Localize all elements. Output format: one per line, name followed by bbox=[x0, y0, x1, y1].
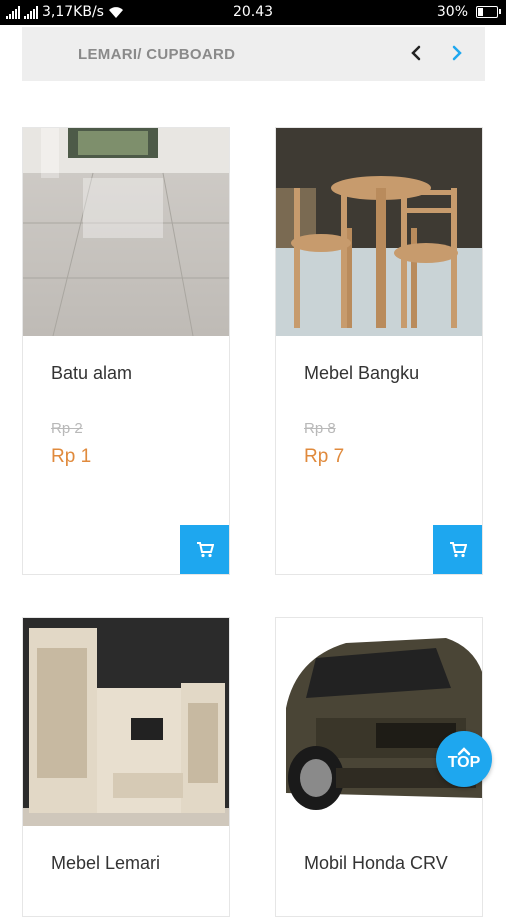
top-label: TOP bbox=[447, 753, 481, 771]
product-card[interactable]: Mebel Lemari bbox=[22, 617, 230, 917]
product-card[interactable]: Mebel Bangku Rp 8 Rp 7 bbox=[275, 127, 483, 575]
category-title: LEMARI/ CUPBOARD bbox=[78, 46, 236, 63]
previous-button[interactable] bbox=[402, 39, 430, 67]
product-name[interactable]: Mebel Lemari bbox=[51, 850, 221, 876]
chevron-left-icon bbox=[411, 45, 421, 61]
status-right: 30% bbox=[436, 4, 501, 20]
product-card[interactable]: Batu alam Rp 2 Rp 1 bbox=[22, 127, 230, 575]
product-old-price: Rp 2 bbox=[51, 420, 83, 437]
add-to-cart-button[interactable] bbox=[180, 525, 229, 574]
product-image-cupboard[interactable] bbox=[23, 618, 229, 826]
chevron-right-icon bbox=[452, 45, 462, 61]
clock: 20.43 bbox=[232, 4, 274, 20]
back-to-top-button[interactable]: TOP bbox=[436, 731, 492, 787]
product-old-price: Rp 8 bbox=[304, 420, 336, 437]
cart-icon bbox=[196, 541, 214, 557]
product-image-tile-floor[interactable] bbox=[23, 128, 229, 336]
add-to-cart-button[interactable] bbox=[433, 525, 482, 574]
battery-percent: 30% bbox=[436, 4, 468, 20]
product-name[interactable]: Batu alam bbox=[51, 360, 221, 386]
product-name[interactable]: Mebel Bangku bbox=[304, 360, 474, 386]
category-header: LEMARI/ CUPBOARD bbox=[22, 27, 485, 81]
product-name[interactable]: Mobil Honda CRV bbox=[304, 850, 474, 876]
next-button[interactable] bbox=[443, 39, 471, 67]
product-price: Rp 1 bbox=[51, 446, 92, 467]
status-bar: 3,17KB/s 20.43 30% bbox=[0, 0, 506, 25]
product-image-car[interactable] bbox=[276, 618, 482, 826]
product-image-bar-stools[interactable] bbox=[276, 128, 482, 336]
cart-icon bbox=[449, 541, 467, 557]
battery-icon bbox=[476, 6, 501, 18]
product-price: Rp 7 bbox=[304, 446, 345, 467]
